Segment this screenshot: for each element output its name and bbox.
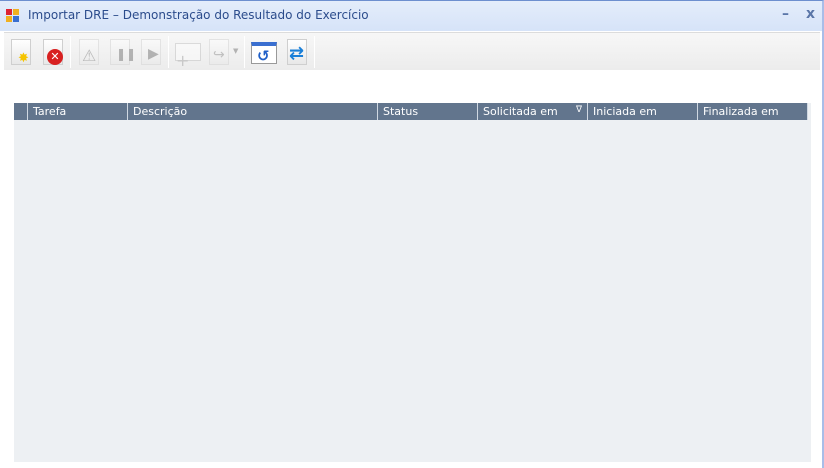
minimize-button[interactable]: – (782, 6, 789, 22)
cancel-button[interactable]: ✕ (40, 37, 66, 67)
new-icon: ✸ (18, 51, 29, 66)
pause-icon: ❚❚ (116, 47, 137, 61)
redirect-icon: ↪ (213, 47, 225, 63)
app-icon (6, 9, 20, 22)
title-bar: Importar DRE – Demonstração do Resultado… (0, 1, 822, 31)
play-icon: ▶ (148, 46, 159, 62)
redirect-button[interactable]: ↪ ▼ (206, 37, 240, 67)
grid-header: Tarefa Descrição Status Solicitada em ∇ I… (14, 103, 808, 120)
column-header-descricao[interactable]: Descrição (128, 103, 378, 120)
pause-button[interactable]: ❚❚ (107, 37, 137, 67)
column-header-iniciada[interactable]: Iniciada em (588, 103, 698, 120)
close-button[interactable]: x (806, 6, 815, 22)
undo-button[interactable]: ↺ (250, 37, 278, 67)
new-button[interactable]: ✸ (8, 37, 34, 67)
refresh-button[interactable]: ⇄ (284, 37, 310, 67)
column-header-tarefa[interactable]: Tarefa (28, 103, 128, 120)
window: Importar DRE – Demonstração do Resultado… (0, 0, 824, 468)
row-header-corner (14, 103, 28, 120)
dropdown-arrow-icon[interactable]: ▼ (233, 47, 238, 55)
play-button[interactable]: ▶ (138, 37, 164, 67)
tasks-grid[interactable]: Tarefa Descrição Status Solicitada em ∇ I… (14, 103, 811, 462)
toolbar: ✸ ✕ ⚠ ❚❚ ▶ + ↪ ▼ ↺ ⇄ (4, 32, 820, 70)
cancel-icon: ✕ (47, 49, 63, 65)
column-header-finalizada[interactable]: Finalizada em (698, 103, 808, 120)
column-header-status[interactable]: Status (378, 103, 478, 120)
add-row-button[interactable]: + (174, 37, 204, 70)
add-row-icon: + (176, 51, 190, 70)
warning-button[interactable]: ⚠ (76, 37, 102, 67)
refresh-icon: ⇄ (289, 43, 305, 64)
window-title: Importar DRE – Demonstração do Resultado… (28, 8, 369, 22)
undo-icon: ↺ (257, 47, 270, 65)
sort-filter-icon[interactable]: ∇ (576, 105, 582, 115)
column-header-solicitada[interactable]: Solicitada em ∇ (478, 103, 588, 120)
warning-icon: ⚠ (82, 46, 97, 65)
column-label: Solicitada em (483, 105, 558, 118)
